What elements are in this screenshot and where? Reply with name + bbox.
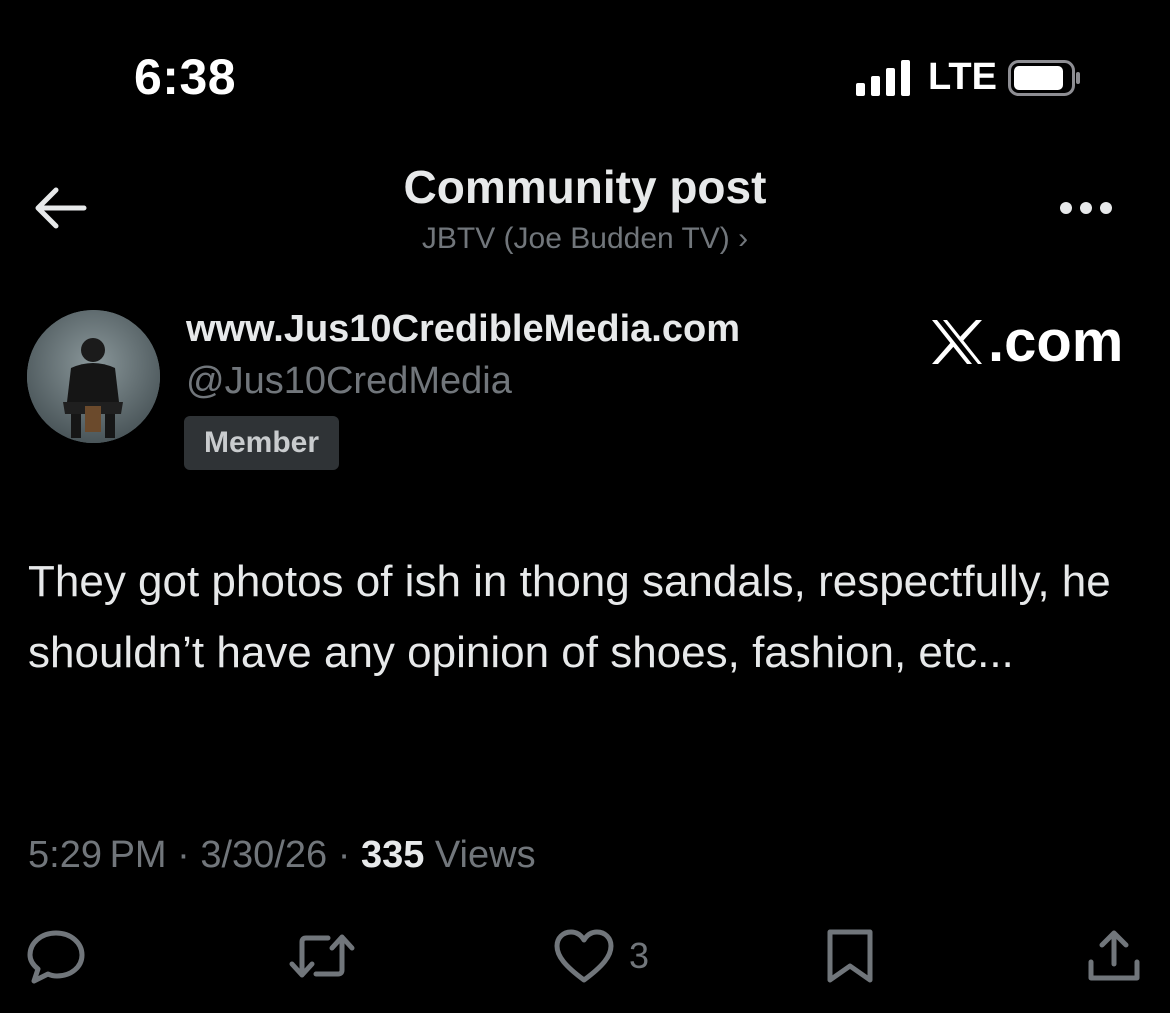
share-icon — [1088, 930, 1140, 981]
bookmark-icon — [827, 929, 873, 983]
post-text: They got photos of ish in thong sandals,… — [28, 557, 1111, 677]
signal-strength-icon — [856, 58, 916, 96]
heart-icon — [554, 929, 614, 983]
reply-button[interactable] — [26, 928, 86, 984]
member-badge: Member — [184, 416, 340, 470]
views-label: Views — [424, 834, 536, 876]
battery-icon — [1008, 60, 1082, 96]
post-date[interactable]: 3/30/26 — [200, 834, 327, 876]
repost-button[interactable] — [286, 928, 358, 984]
x-logo-icon — [932, 319, 982, 364]
more-options-button[interactable] — [1056, 198, 1116, 218]
network-type: LTE — [928, 56, 997, 98]
share-button[interactable] — [1086, 928, 1142, 984]
more-horizontal-icon — [1060, 202, 1072, 214]
repost-icon — [289, 934, 355, 978]
watermark-text: .com — [988, 309, 1124, 374]
community-link[interactable]: JBTV (Joe Budden TV) › — [0, 222, 1170, 256]
status-time: 6:38 — [134, 49, 237, 105]
author-display-name[interactable]: www.Jus10CredibleMedia.com — [186, 308, 740, 351]
bookmark-button[interactable] — [824, 928, 876, 984]
page-title: Community post — [403, 161, 767, 213]
like-count: 3 — [629, 935, 650, 976]
post-meta: 5:29 PM · 3/30/26 · 335 Views — [28, 834, 536, 877]
meta-separator: · — [327, 834, 361, 876]
post-time[interactable]: 5:29 PM — [28, 834, 167, 876]
avatar[interactable] — [27, 310, 160, 443]
reply-icon — [27, 930, 85, 984]
views-count: 335 — [360, 834, 425, 876]
like-button[interactable]: 3 — [553, 928, 683, 984]
author-handle[interactable]: @Jus10CredMedia — [186, 360, 512, 403]
meta-separator: · — [166, 834, 201, 876]
x-com-watermark: .com — [928, 308, 1123, 375]
